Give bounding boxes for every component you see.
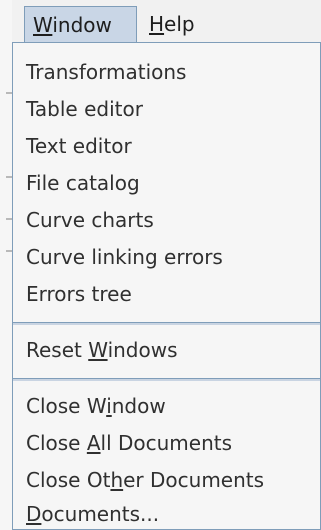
- menu-window-label: Window: [33, 13, 112, 37]
- background-window-edge: [0, 0, 12, 530]
- menu-item-reset-windows[interactable]: Reset Windows: [13, 332, 320, 369]
- menu-separator: [13, 378, 320, 381]
- menu-item-close-window[interactable]: Close Window: [13, 388, 320, 425]
- menu-item-transformations[interactable]: Transformations: [13, 54, 320, 91]
- menu-item-close-other-documents[interactable]: Close Other Documents: [13, 462, 320, 499]
- menu-bar: Window Help: [12, 0, 321, 42]
- menu-item-documents[interactable]: Documents...: [13, 499, 320, 529]
- menu-item-text-editor[interactable]: Text editor: [13, 128, 320, 165]
- menu-separator: [13, 322, 320, 325]
- menu-window[interactable]: Window: [24, 6, 137, 42]
- window-menu-dropdown: Transformations Table editor Text editor…: [12, 42, 321, 530]
- menu-item-file-catalog[interactable]: File catalog: [13, 165, 320, 202]
- menu-item-close-all-documents[interactable]: Close All Documents: [13, 425, 320, 462]
- menu-help[interactable]: Help: [143, 6, 213, 42]
- menu-item-curve-linking-errors[interactable]: Curve linking errors: [13, 239, 320, 276]
- menu-item-curve-charts[interactable]: Curve charts: [13, 202, 320, 239]
- menu-item-table-editor[interactable]: Table editor: [13, 91, 320, 128]
- menu-help-label: Help: [149, 12, 195, 36]
- menu-item-errors-tree[interactable]: Errors tree: [13, 276, 320, 313]
